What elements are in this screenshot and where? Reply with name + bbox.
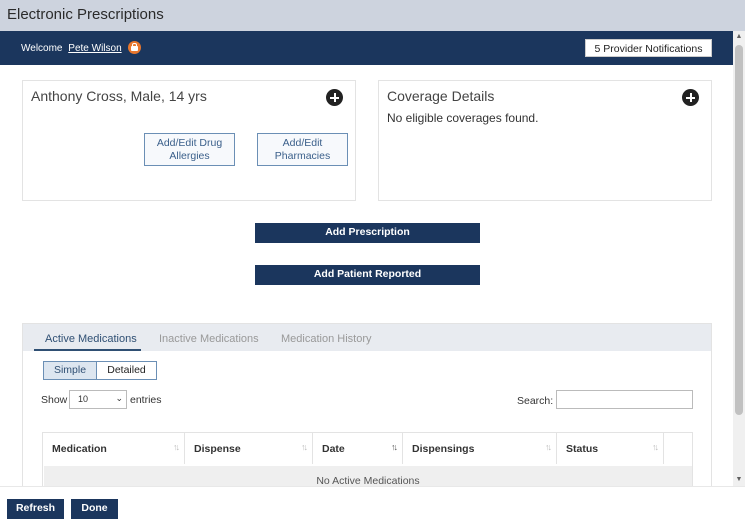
medication-tabs: Active Medications Inactive Medications … xyxy=(23,324,711,351)
scroll-down-arrow-icon[interactable]: ▼ xyxy=(733,474,745,486)
footer-bar: Refresh Done xyxy=(0,486,745,524)
chevron-down-icon: ⌄ xyxy=(115,393,123,403)
medications-table: Medication ↑↓ Dispense ↑↓ Date ↑↓ Dispen… xyxy=(42,432,693,486)
sort-icon: ↑↓ xyxy=(301,442,308,452)
column-header-label: Dispense xyxy=(194,443,241,455)
provider-notifications-button[interactable]: 5 Provider Notifications xyxy=(585,39,712,57)
add-prescription-button[interactable]: Add Prescription xyxy=(255,223,480,243)
lock-icon[interactable] xyxy=(128,41,142,54)
done-button[interactable]: Done xyxy=(71,499,118,519)
column-header-dispensings[interactable]: Dispensings ↑↓ xyxy=(403,433,557,464)
tab-active-medications[interactable]: Active Medications xyxy=(45,333,137,345)
add-coverage-plus-icon[interactable] xyxy=(682,89,699,106)
active-tab-indicator xyxy=(34,349,141,351)
column-header-label: Status xyxy=(566,443,599,455)
edit-drug-allergies-button[interactable]: Add/Edit Drug Allergies xyxy=(144,133,235,166)
tab-inactive-medications[interactable]: Inactive Medications xyxy=(159,333,259,345)
scroll-up-arrow-icon[interactable]: ▲ xyxy=(733,31,745,43)
medications-panel: Active Medications Inactive Medications … xyxy=(22,323,712,486)
top-navbar: Welcome Pete Wilson 5 Provider Notificat… xyxy=(0,31,733,65)
window-title: Electronic Prescriptions xyxy=(7,6,164,23)
empty-table-message: No Active Medications xyxy=(44,466,692,486)
main-content: Welcome Pete Wilson 5 Provider Notificat… xyxy=(0,31,733,486)
show-label: Show xyxy=(41,394,68,406)
window-title-bar: Electronic Prescriptions xyxy=(0,0,745,31)
column-header-date[interactable]: Date ↑↓ xyxy=(313,433,403,464)
welcome-text: Welcome Pete Wilson xyxy=(21,41,142,55)
add-patient-reported-button[interactable]: Add Patient Reported xyxy=(255,265,480,285)
entries-per-page-select[interactable]: 10 ⌄ xyxy=(69,390,127,409)
refresh-button[interactable]: Refresh xyxy=(7,499,64,519)
simple-view-toggle[interactable]: Simple xyxy=(43,361,97,380)
entries-label: entries xyxy=(130,394,162,406)
scrollbar-thumb[interactable] xyxy=(735,45,743,415)
column-header-label: Dispensings xyxy=(412,443,475,455)
patient-summary: Anthony Cross, Male, 14 yrs xyxy=(31,88,207,104)
add-patient-info-plus-icon[interactable] xyxy=(326,89,343,106)
sort-icon: ↑↓ xyxy=(173,442,180,452)
entries-per-page-value: 10 xyxy=(78,394,89,404)
vertical-scrollbar[interactable]: ▲ ▼ xyxy=(733,31,745,486)
column-header-label: Date xyxy=(322,443,345,455)
sort-icon: ↑↓ xyxy=(391,442,398,452)
welcome-label: Welcome xyxy=(21,43,63,55)
sort-icon: ↑↓ xyxy=(545,442,552,452)
patient-panel: Anthony Cross, Male, 14 yrs Add/Edit Dru… xyxy=(22,80,356,201)
column-header-medication[interactable]: Medication ↑↓ xyxy=(43,433,185,464)
search-input[interactable] xyxy=(556,390,693,409)
user-name-link[interactable]: Pete Wilson xyxy=(68,43,121,54)
column-header-dispense[interactable]: Dispense ↑↓ xyxy=(185,433,313,464)
coverage-message: No eligible coverages found. xyxy=(387,111,539,125)
search-label: Search: xyxy=(517,395,554,407)
column-header-label: Medication xyxy=(52,443,107,455)
edit-pharmacies-button[interactable]: Add/Edit Pharmacies xyxy=(257,133,348,166)
detailed-view-toggle[interactable]: Detailed xyxy=(97,361,157,380)
column-header-status[interactable]: Status ↑↓ xyxy=(557,433,664,464)
coverage-panel: Coverage Details No eligible coverages f… xyxy=(378,80,712,201)
tab-medication-history[interactable]: Medication History xyxy=(281,333,371,345)
sort-icon: ↑↓ xyxy=(652,442,659,452)
coverage-title: Coverage Details xyxy=(387,88,495,104)
